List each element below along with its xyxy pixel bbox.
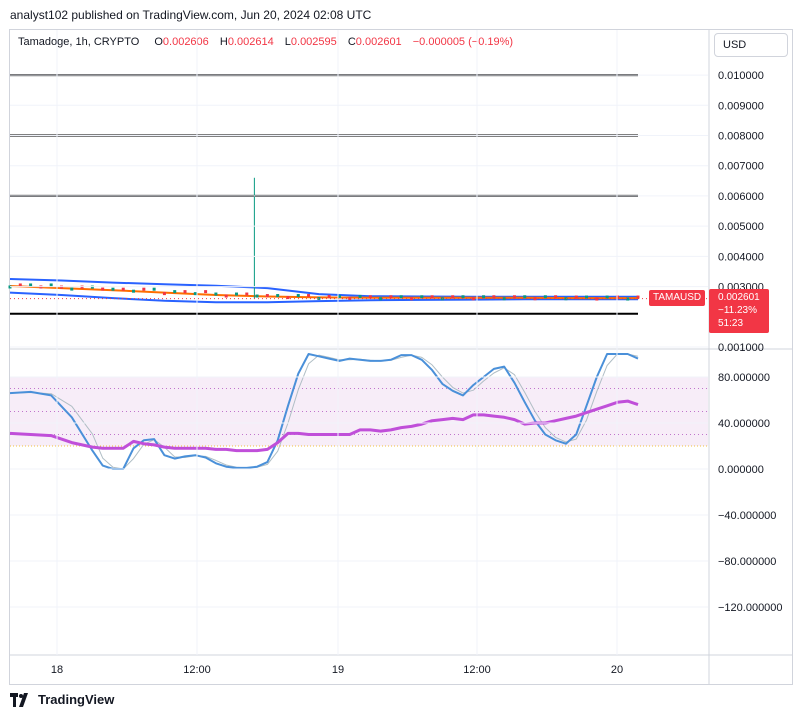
time-tick-label: 12:00 [183,664,211,676]
time-tick-label: 19 [332,664,344,676]
price-tick-label: 0.010000 [718,70,764,82]
time-tick-label: 18 [51,664,63,676]
candle [605,295,609,299]
osc-tick-label: −80.000000 [718,556,776,568]
price-tick-label: 0.007000 [718,161,764,173]
candle [492,295,496,299]
candle [585,295,589,299]
candle [482,295,486,299]
candle [70,287,74,291]
candle [173,290,177,294]
candle [358,294,362,298]
candle [204,290,208,294]
candle [80,285,84,289]
candle [142,287,146,291]
candle [255,294,259,298]
candle [29,283,33,287]
candle [59,285,63,289]
time-tick-label: 12:00 [463,664,491,676]
last-price-value: 0.002601 [718,292,760,303]
candle [636,295,640,299]
candle [595,297,599,301]
tradingview-logo-icon [10,692,32,707]
osc-tick-label: 0.000000 [718,464,764,476]
chart-canvas[interactable]: 18 12:00 19 12:00 20 0.010000 0.009000 0.008000… [0,0,802,690]
candle [121,287,125,291]
candle [152,287,156,291]
osc-tick-label: −40.000000 [718,510,776,522]
candle [245,292,249,296]
bar-countdown: 51:23 [718,318,744,329]
footer-brand[interactable]: TradingView [10,692,114,707]
candle [420,295,424,299]
candle [265,294,269,298]
price-pane [8,74,708,315]
candle [523,295,527,299]
candle [554,295,558,299]
candle [399,295,403,299]
footer-brand-label: TradingView [38,692,115,707]
bollinger-upper-line [9,278,638,298]
candle [327,294,331,298]
candle [502,297,506,301]
candle [379,297,383,301]
price-tick-label: 0.009000 [718,100,764,112]
price-tick-label: 0.008000 [718,130,764,142]
candle [224,294,228,298]
candle [461,295,465,299]
oscillator-pane [9,353,708,470]
candle [451,295,455,299]
price-tick-label: 0.006000 [718,191,764,203]
candle [389,295,393,299]
candle [368,295,372,299]
candle [234,292,238,296]
candle [430,295,434,299]
candle [90,285,94,289]
candle [543,295,547,299]
last-price-change: −11.23% [718,305,758,316]
candle [574,295,578,299]
symbol-price-tag: TAMAUSD [649,290,706,306]
candle [18,283,22,287]
osc-tick-label: 40.000000 [718,418,770,430]
candle [214,292,218,296]
osc-tick-label: 80.000000 [718,372,770,384]
osc-tick-label: −120.000000 [718,602,783,614]
candle [276,294,280,298]
candle [512,295,516,299]
candle [101,287,105,291]
candle [307,294,311,298]
price-tick-label: 0.005000 [718,221,764,233]
time-tick-label: 20 [611,664,623,676]
candle [49,283,53,287]
currency-selector[interactable]: USD [714,33,788,57]
candle [296,294,300,298]
candle [132,289,136,293]
candle [111,287,115,291]
candle [533,297,537,301]
candle [162,292,166,296]
price-tick-label: 0.001000 [718,342,764,354]
last-price-tag: 0.002601 −11.23% 51:23 [709,289,769,333]
candle [183,290,187,294]
price-tick-label: 0.004000 [718,251,764,263]
candle [193,292,197,296]
